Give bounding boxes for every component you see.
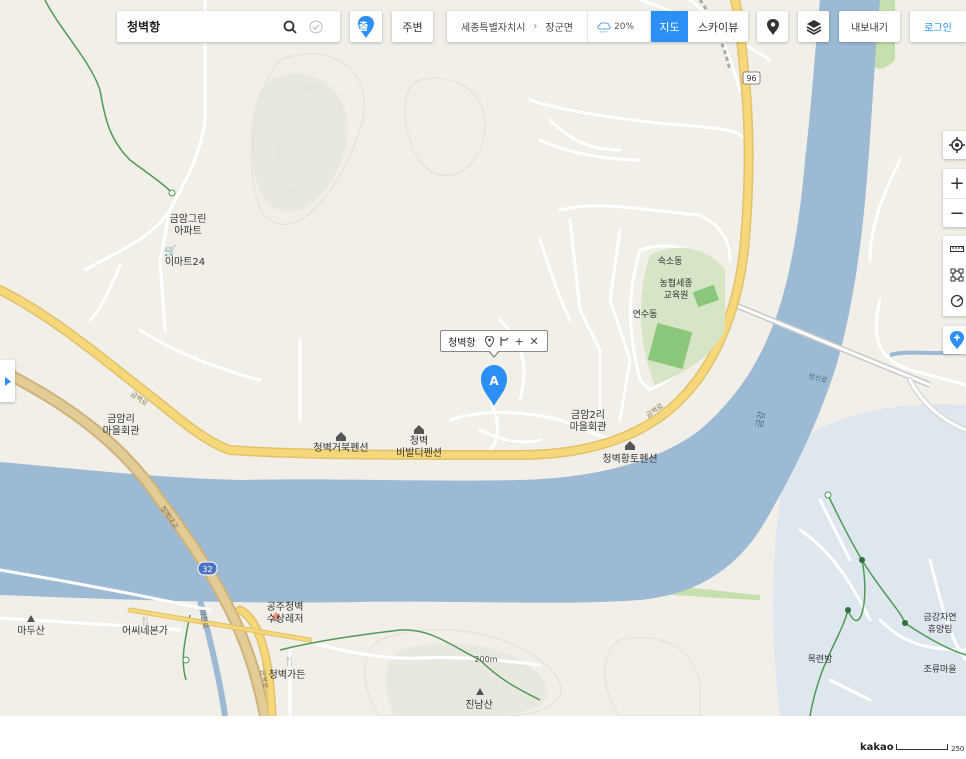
- zoom-in-button[interactable]: +: [943, 169, 966, 198]
- scale-label: 250: [951, 745, 965, 753]
- search-input[interactable]: [127, 19, 277, 34]
- current-location-button[interactable]: [943, 131, 966, 159]
- add-place-button[interactable]: [943, 326, 966, 354]
- label-jinnamsan: 진남산: [465, 699, 493, 711]
- check-icon[interactable]: [303, 11, 329, 42]
- search-box: [117, 11, 340, 42]
- label-dorm: 숙소동: [658, 256, 683, 267]
- login-button[interactable]: 로그인: [910, 11, 966, 42]
- search-icon[interactable]: [277, 11, 303, 42]
- route-32-label: 32: [202, 565, 212, 574]
- radius-icon[interactable]: [943, 288, 966, 314]
- tab-map[interactable]: 지도: [651, 11, 688, 42]
- route-96-label: 96: [746, 74, 756, 83]
- layers-icon: [806, 19, 821, 35]
- chevron-right-icon: ›: [533, 21, 538, 32]
- route-32-shield: 32: [197, 561, 218, 576]
- close-icon[interactable]: ✕: [527, 335, 542, 348]
- label-mokryeonbang: 목련방: [808, 654, 833, 665]
- marker-letter: A: [489, 374, 499, 388]
- route-96-shield: 96: [742, 71, 761, 85]
- chevron-right-icon: [4, 376, 11, 386]
- route-icon[interactable]: [497, 336, 512, 347]
- weather-widget[interactable]: 20%: [587, 11, 634, 42]
- weather-percent: 20%: [614, 21, 635, 32]
- kakao-credit: kakao: [860, 742, 894, 753]
- restaurant-icon-2: 🍴: [284, 655, 295, 667]
- popup-place-name: 청벽항: [448, 337, 476, 349]
- label-training: 연수동: [633, 309, 658, 320]
- region-breadcrumb: 세종특별자치시 › 장군면 20%: [447, 11, 651, 42]
- place-popup: 청벽항 + ✕: [440, 330, 548, 358]
- rain-cloud-icon: [597, 21, 611, 33]
- convenience-store-icon: 🛒: [164, 244, 176, 257]
- zoom-out-button[interactable]: −: [943, 198, 966, 227]
- bottom-strip: [0, 716, 966, 759]
- nearby-button[interactable]: 주변: [392, 11, 433, 42]
- tab-skyview[interactable]: 스카이뷰: [688, 11, 748, 42]
- area-icon[interactable]: [943, 262, 966, 288]
- side-panel-toggle[interactable]: [0, 360, 15, 402]
- add-icon[interactable]: +: [512, 335, 527, 348]
- add-pin-icon: [950, 331, 964, 349]
- departure-button[interactable]: 출: [350, 11, 382, 42]
- label-geobuk-pension: 청벽거북펜션: [313, 442, 368, 454]
- label-altitude: 200m: [474, 655, 497, 664]
- label-joryu: 조류마을: [923, 664, 956, 675]
- map-type-toggle: 지도 스카이뷰: [651, 11, 748, 42]
- map-canvas[interactable]: 96 32 금벽로 금벽로 청벽대교 마현로 금벽로 쌍신로 금강 🛒 🍴 🍴 …: [0, 0, 966, 716]
- ruler-icon[interactable]: [943, 236, 966, 262]
- departure-label: 출: [359, 22, 369, 33]
- breadcrumb-region-1[interactable]: 세종특별자치시: [447, 19, 525, 34]
- label-maedusan: 마두산: [17, 625, 45, 637]
- map-tools: [943, 236, 966, 316]
- label-eossi: 어씨네본가: [122, 625, 168, 637]
- location-pin-icon: [766, 18, 779, 35]
- breadcrumb-region-2[interactable]: 장군면: [537, 19, 573, 34]
- label-hwangto-pension: 청벽황토펜션: [602, 453, 657, 465]
- label-emart: 이마트24: [165, 256, 205, 268]
- zoom-control: + −: [943, 169, 966, 227]
- my-location-button[interactable]: [757, 11, 788, 42]
- label-garden: 청벽가든: [269, 669, 306, 681]
- export-button[interactable]: 내보내기: [839, 11, 900, 42]
- crosshair-icon: [949, 137, 965, 153]
- pin-icon[interactable]: [482, 335, 497, 347]
- layers-button[interactable]: [798, 11, 829, 42]
- scale-bar: [896, 744, 948, 750]
